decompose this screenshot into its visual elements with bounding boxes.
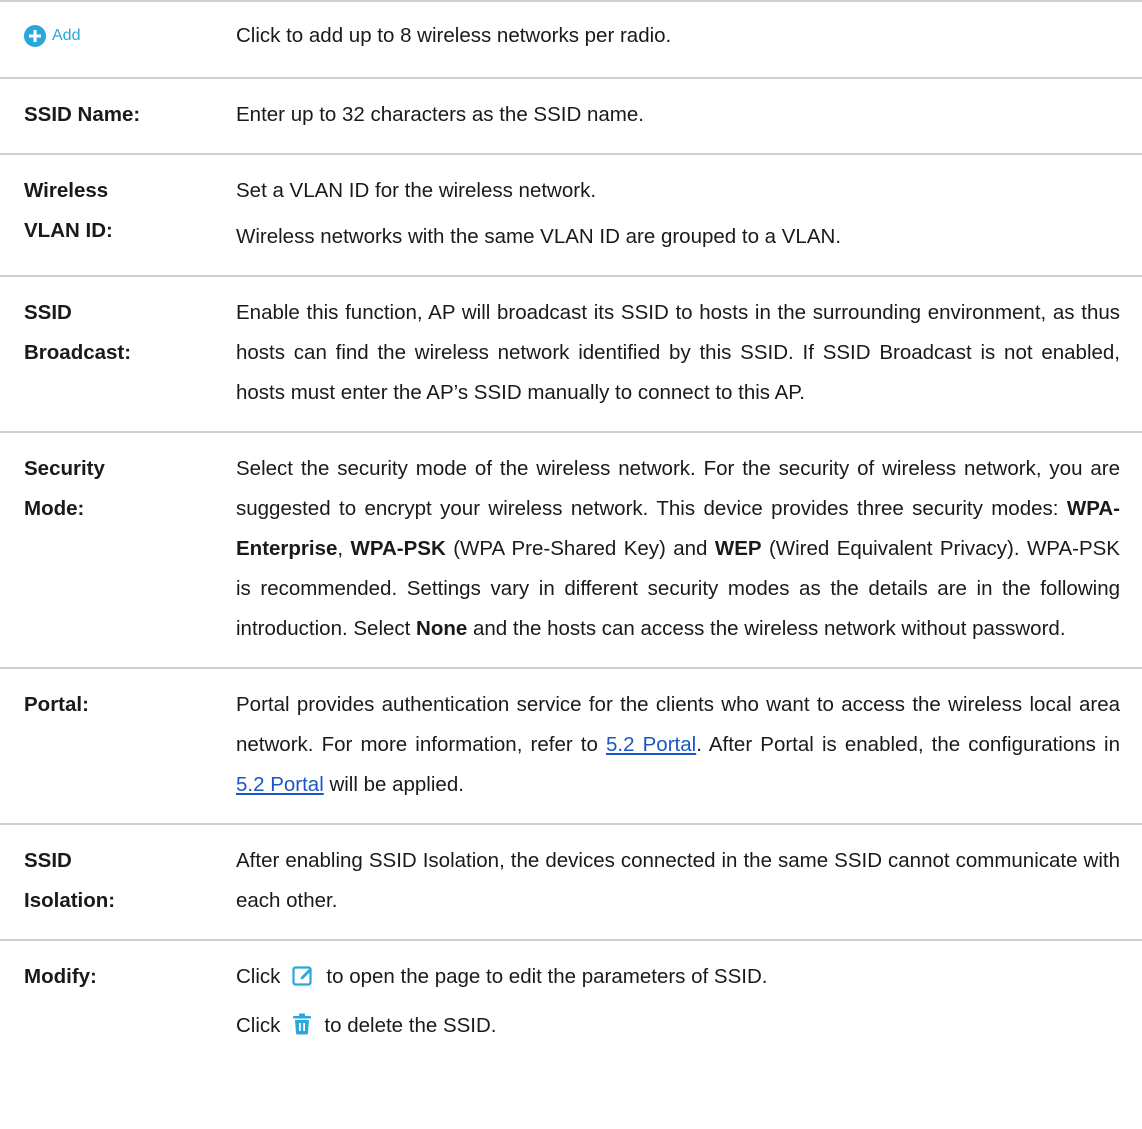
row-ssid-isolation: SSID Isolation: After enabling SSID Isol…	[0, 825, 1142, 941]
desc-portal: Portal provides authentication service f…	[236, 685, 1142, 805]
term-portal: Portal:	[24, 693, 89, 716]
desc-modify-line2: Click to delete the SSID.	[236, 1006, 1120, 1049]
mode-wep: WEP	[714, 537, 762, 560]
desc-modify-line1: Click to open the page to edit the parame…	[236, 957, 1120, 1000]
desc-vlan-id-text2: Wireless networks with the same VLAN ID …	[236, 225, 842, 248]
term-security-mode-line2: Mode:	[24, 497, 85, 520]
term-ssid-broadcast-line2: Broadcast:	[24, 341, 132, 364]
term-add: Add	[0, 16, 236, 61]
portal-link-1[interactable]: 5.2 Portal	[606, 733, 696, 756]
desc-vlan-id-text1: Set a VLAN ID for the wireless network.	[236, 179, 597, 202]
row-portal: Portal: Portal provides authentication s…	[0, 669, 1142, 825]
row-security-mode: Security Mode: Select the security mode …	[0, 433, 1142, 669]
desc-portal-text: Portal provides authentication service f…	[236, 685, 1120, 805]
modify-line1-pre: Click	[236, 965, 281, 988]
row-vlan-id: Wireless VLAN ID: Set a VLAN ID for the …	[0, 155, 1142, 277]
term-ssid-name: SSID Name:	[24, 103, 141, 126]
trash-icon[interactable]	[292, 1009, 312, 1049]
desc-ssid-name: Enter up to 32 characters as the SSID na…	[236, 95, 1142, 135]
term-security-mode: Security Mode:	[0, 449, 236, 649]
row-ssid-name: SSID Name: Enter up to 32 characters as …	[0, 79, 1142, 155]
security-sep: ,	[337, 537, 351, 560]
security-text-b: (WPA Pre-Shared Key) and	[445, 537, 715, 560]
modify-line1-post: to open the page to edit the parameters …	[326, 965, 768, 988]
term-ssid-isolation-line1: SSID	[24, 849, 72, 872]
parameter-table: Add Click to add up to 8 wireless networ…	[0, 0, 1142, 1067]
mode-none: None	[416, 617, 468, 640]
modify-line2-post: to delete the SSID.	[324, 1014, 497, 1037]
row-add: Add Click to add up to 8 wireless networ…	[0, 2, 1142, 79]
security-text-a: Select the security mode of the wireless…	[236, 457, 1120, 520]
desc-security-mode: Select the security mode of the wireless…	[236, 449, 1142, 649]
portal-link-2[interactable]: 5.2 Portal	[236, 773, 324, 796]
desc-security-mode-text: Select the security mode of the wireless…	[236, 449, 1120, 649]
desc-ssid-name-text: Enter up to 32 characters as the SSID na…	[236, 103, 644, 126]
term-vlan-id: Wireless VLAN ID:	[0, 171, 236, 257]
desc-ssid-broadcast-text: Enable this function, AP will broadcast …	[236, 301, 1120, 404]
term-ssid-broadcast-line1: SSID	[24, 301, 72, 324]
desc-vlan-id: Set a VLAN ID for the wireless network. …	[236, 171, 1142, 257]
desc-ssid-isolation: After enabling SSID Isolation, the devic…	[236, 841, 1142, 921]
row-ssid-broadcast: SSID Broadcast: Enable this function, AP…	[0, 277, 1142, 433]
plus-circle-icon	[24, 25, 46, 47]
term-security-mode-line1: Security	[24, 457, 105, 480]
term-ssid-isolation: SSID Isolation:	[0, 841, 236, 921]
term-ssid-isolation-line2: Isolation:	[24, 889, 116, 912]
term-vlan-id-line2: VLAN ID:	[24, 219, 113, 242]
term-modify: Modify:	[24, 965, 97, 988]
term-ssid-broadcast: SSID Broadcast:	[0, 293, 236, 413]
modify-line2-pre: Click	[236, 1014, 281, 1037]
mode-wpa-psk: WPA-PSK	[350, 537, 446, 560]
portal-text-c: will be applied.	[323, 773, 464, 796]
edit-icon[interactable]	[292, 960, 314, 1000]
desc-add-text: Click to add up to 8 wireless networks p…	[236, 24, 672, 47]
desc-ssid-isolation-text: After enabling SSID Isolation, the devic…	[236, 849, 1120, 912]
add-button[interactable]: Add	[24, 16, 80, 56]
portal-text-b: . After Portal is enabled, the configura…	[696, 733, 1120, 756]
desc-ssid-broadcast: Enable this function, AP will broadcast …	[236, 293, 1142, 413]
desc-modify: Click to open the page to edit the parame…	[236, 957, 1142, 1049]
term-vlan-id-line1: Wireless	[24, 179, 109, 202]
desc-add: Click to add up to 8 wireless networks p…	[236, 16, 1142, 61]
row-modify: Modify: Click to open the page to edit th…	[0, 941, 1142, 1067]
add-button-label: Add	[52, 27, 81, 44]
security-text-d: and the hosts can access the wireless ne…	[467, 617, 1066, 640]
